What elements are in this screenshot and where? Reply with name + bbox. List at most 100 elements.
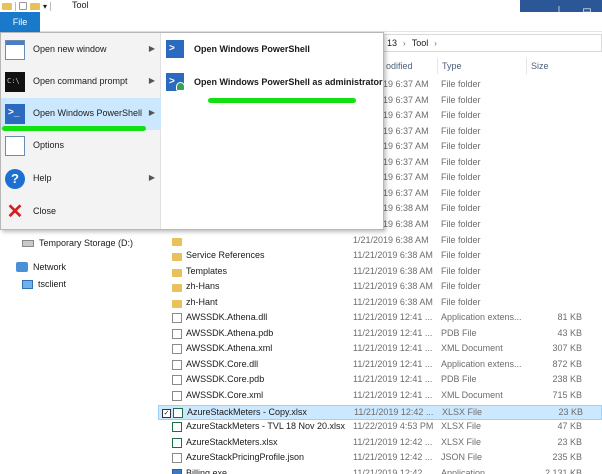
file-row[interactable]: AWSSDK.Core.dll 11/21/2019 12:41 ... Appli… xyxy=(158,358,602,373)
file-icon xyxy=(172,453,182,464)
file-type: File folder xyxy=(441,79,481,89)
file-row[interactable]: zh-Hant 11/21/2019 6:38 AM File folder xyxy=(158,296,602,311)
menu-item-help[interactable]: ? Help ▶ xyxy=(1,163,161,195)
menu-item-close[interactable]: ✕ Close xyxy=(1,196,161,228)
address-bar[interactable]: 13 › Tool › xyxy=(380,34,602,52)
submenu-item-label: Open Windows PowerShell as administrator xyxy=(194,77,383,87)
nav-item-tsclient[interactable]: tsclient xyxy=(22,279,66,289)
column-divider[interactable] xyxy=(526,58,527,74)
file-row[interactable]: ✓ AzureStackMeters - Copy.xlsx 11/21/2019 … xyxy=(158,404,602,420)
file-size: 43 KB xyxy=(557,327,582,338)
file-icon xyxy=(172,328,182,339)
file-icon xyxy=(172,359,182,370)
file-row[interactable]: AWSSDK.Athena.xml 11/21/2019 12:41 ... XML… xyxy=(158,342,602,357)
chevron-right-icon[interactable]: › xyxy=(403,39,406,48)
new-folder-icon[interactable] xyxy=(30,2,40,10)
file-type: File folder xyxy=(441,187,481,198)
title-bar: ▾ Tool xyxy=(0,0,602,12)
file-type: PDB File xyxy=(441,327,477,338)
file-date: 11/21/2019 12:41 ... xyxy=(353,343,433,354)
menu-item-open-new-window[interactable]: Open new window ▶ xyxy=(1,34,161,66)
application-icon xyxy=(172,468,182,474)
file-name: AWSSDK.Athena.dll xyxy=(186,312,268,323)
file-name: AWSSDK.Core.dll xyxy=(186,358,259,369)
chevron-right-icon: ▶ xyxy=(148,173,155,182)
powershell-icon: >_ xyxy=(5,104,25,124)
file-type: XLSX File xyxy=(441,436,482,447)
file-row[interactable]: AWSSDK.Core.pdb 11/21/2019 12:41 ... PDB F… xyxy=(158,373,602,388)
nav-item-label: Temporary Storage (D:) xyxy=(39,238,134,248)
chevron-right-icon: ▶ xyxy=(148,44,155,53)
file-row[interactable]: zh-Hans 11/21/2019 6:38 AM File folder xyxy=(158,280,602,295)
highlight-underline xyxy=(2,126,146,131)
file-date: 11/21/2019 12:41 ... xyxy=(353,327,433,338)
file-date: 11/21/2019 6:38 AM xyxy=(353,296,433,307)
breadcrumb-segment[interactable]: 13 xyxy=(387,38,397,48)
customize-icon[interactable]: ▾ xyxy=(43,2,47,11)
close-icon: ✕ xyxy=(6,201,24,223)
file-name: AWSSDK.Athena.xml xyxy=(186,343,273,354)
file-menu: Open new window ▶ C:\ Open command promp… xyxy=(0,32,384,230)
file-size: 235 KB xyxy=(552,452,582,463)
file-date: 11/22/2019 4:53 PM xyxy=(353,421,434,432)
file-date: 11/21/2019 12:41 ... xyxy=(353,358,433,369)
submenu-item-open-powershell[interactable]: > Open Windows PowerShell xyxy=(166,36,310,62)
chevron-right-icon[interactable]: › xyxy=(434,39,437,48)
menu-item-open-command-prompt[interactable]: C:\ Open command prompt ▶ xyxy=(1,66,161,98)
file-row[interactable]: AzureStackPricingProfile.json 11/21/2019 … xyxy=(158,451,602,466)
file-date: 11/21/2019 12:42 ... xyxy=(354,406,434,417)
file-row[interactable]: Billing.exe 11/21/2019 12:42 ... Applicati… xyxy=(158,467,602,474)
column-divider[interactable] xyxy=(437,58,438,74)
submenu-item-open-powershell-admin[interactable]: > Open Windows PowerShell as administrat… xyxy=(166,69,382,95)
help-icon: ? xyxy=(5,169,25,189)
file-name: Templates xyxy=(186,265,228,276)
file-size: 81 KB xyxy=(557,312,582,323)
file-row[interactable]: AzureStackMeters.xlsx 11/21/2019 12:42 ..… xyxy=(158,436,602,451)
file-row[interactable]: AWSSDK.Athena.dll 11/21/2019 12:41 ... App… xyxy=(158,311,602,326)
file-row[interactable]: AzureStackMeters - TVL 18 Nov 20.xlsx 11/… xyxy=(158,420,602,435)
window-icon xyxy=(5,40,25,60)
file-row[interactable]: AWSSDK.Core.xml 11/21/2019 12:41 ... XML D… xyxy=(158,389,602,404)
file-type: JSON File xyxy=(441,452,483,463)
file-row[interactable]: Service References 11/21/2019 6:38 AM File… xyxy=(158,249,602,264)
highlight-underline xyxy=(208,98,356,103)
file-type: Application extens... xyxy=(441,358,522,369)
folder-icon xyxy=(172,237,182,246)
ribbon: File xyxy=(0,12,602,32)
breadcrumb-segment[interactable]: Tool xyxy=(412,38,429,48)
column-header-type[interactable]: Type xyxy=(442,58,462,74)
quick-access-toolbar: ▾ xyxy=(2,0,52,12)
menu-item-options[interactable]: Options xyxy=(1,130,161,162)
row-checkbox[interactable]: ✓ xyxy=(162,408,171,418)
file-name: zh-Hant xyxy=(186,296,218,307)
file-type: XLSX File xyxy=(442,406,483,417)
powershell-icon: > xyxy=(166,40,184,58)
properties-icon[interactable] xyxy=(19,2,27,10)
file-date: 11/21/2019 12:41 ... xyxy=(353,374,433,385)
column-header-size[interactable]: Size xyxy=(531,58,549,74)
file-icon xyxy=(172,375,182,386)
file-size: 47 KB xyxy=(557,421,582,432)
nav-item-network[interactable]: Network xyxy=(16,262,66,272)
excel-file-icon xyxy=(173,407,183,418)
window-title: Tool xyxy=(72,0,89,10)
powershell-admin-icon: > xyxy=(166,73,185,91)
admin-shield-icon xyxy=(176,82,185,91)
file-tab[interactable]: File xyxy=(0,12,40,32)
nav-item-temporary-storage[interactable]: Temporary Storage (D:) xyxy=(22,238,133,248)
folder-icon xyxy=(172,253,182,262)
file-row[interactable]: Templates 11/21/2019 6:38 AM File folder xyxy=(158,265,602,280)
nav-item-label: Network xyxy=(33,262,67,272)
file-name: AzureStackMeters - TVL 18 Nov 20.xlsx xyxy=(186,421,346,432)
chevron-right-icon: ▶ xyxy=(148,108,155,117)
nav-item-label: tsclient xyxy=(38,279,67,289)
file-type: File folder xyxy=(441,234,481,245)
file-row[interactable]: AWSSDK.Athena.pdb 11/21/2019 12:41 ... PDB… xyxy=(158,327,602,342)
file-date: 11/21/2019 6:38 AM xyxy=(353,250,433,261)
file-row[interactable]: 1/21/2019 6:38 AM File folder xyxy=(158,234,602,249)
file-size: 23 KB xyxy=(558,406,583,417)
file-date: 11/21/2019 12:42 ... xyxy=(353,452,433,463)
file-icon xyxy=(172,391,182,401)
file-size: 307 KB xyxy=(552,343,582,354)
column-header-date[interactable]: odified xyxy=(386,58,413,74)
